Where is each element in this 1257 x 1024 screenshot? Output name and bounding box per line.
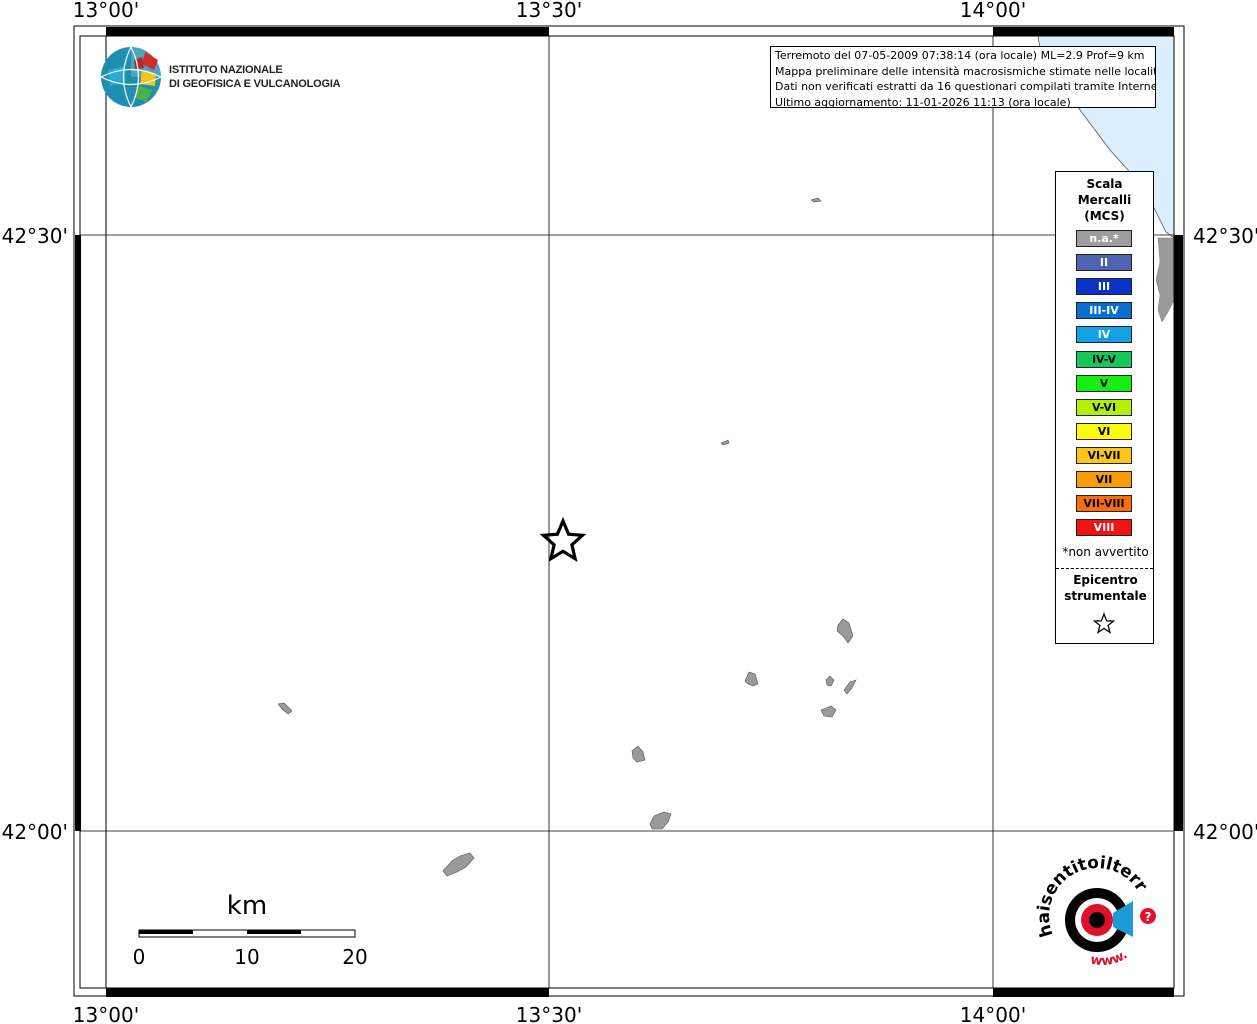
lat-label-right-1: 42°30' [1193,224,1257,248]
town-area [649,811,672,830]
legend-epicenter-label: Epicentro strumentale [1056,572,1155,604]
coast-land [1155,237,1175,323]
info-line-2: Mappa preliminare delle intensità macros… [775,64,1156,78]
lat-label-left-1: 42°30' [2,224,68,248]
legend-note: *non avvertito [1062,545,1149,559]
town-area [810,197,822,203]
ingv-logo-icon [100,46,162,108]
town-area [820,705,837,718]
scale-tick-20: 20 [342,945,367,969]
legend-class-5: IV-V [1076,350,1132,368]
legend-class-4: IV [1076,326,1132,344]
scale-tick-0: 0 [133,945,146,969]
town-area [720,439,730,446]
hst-logo-icon: haisentitoilterremoto.it www. ? [1026,840,1156,969]
legend-title-1: Scala [1086,177,1123,191]
lon-label-top-3: 14°00' [960,0,1026,22]
info-box: Terremoto del 07-05-2009 07:38:14 (ora l… [770,46,1156,108]
legend-class-12: VIII [1076,519,1132,537]
town-area [277,702,293,715]
legend-class-3: III-IV [1076,302,1132,320]
town-area [843,679,857,695]
legend-class-10: VII [1076,471,1132,488]
legend-class-1: II [1076,254,1132,272]
legend-class-6: V [1076,374,1132,392]
info-line-4: Ultimo aggiornamento: 11-01-2026 11:13 (… [775,95,1071,108]
legend-epi-2: strumentale [1064,589,1147,603]
hst-logo: haisentitoilterremoto.it www. ? [1026,840,1165,975]
info-line-1: Terremoto del 07-05-2009 07:38:14 (ora l… [775,49,1145,62]
scale-bar: km 0 10 20 [133,891,368,969]
lat-label-left-2: 42°00' [2,820,68,844]
svg-text:?: ? [1145,910,1152,924]
ingv-logo-text: ISTITUTO NAZIONALE DI GEOFISICA E VULCAN… [169,63,341,91]
legend-epi-1: Epicentro [1073,573,1138,587]
lon-label-top-1: 13°00' [73,0,139,22]
legend-class-2: III [1076,278,1132,296]
legend: Scala Mercalli (MCS) *non avvertito Epic… [1055,171,1154,644]
lon-label-top-2: 13°30' [516,0,582,22]
town-area [631,745,646,763]
town-area [744,671,759,687]
town-areas [277,197,857,877]
info-line-3: Dati non verificati estratti da 16 quest… [775,80,1156,93]
ingv-line-1: ISTITUTO NAZIONALE [169,64,283,76]
legend-class-0: n.a.* [1076,230,1132,247]
legend-class-8: VI [1076,422,1132,440]
town-area [836,618,854,644]
legend-class-11: VII-VIII [1076,495,1132,513]
town-area [442,852,475,877]
legend-separator [1056,568,1153,569]
legend-class-7: V-VI [1076,398,1132,416]
legend-title-3: (MCS) [1084,209,1125,223]
town-area [825,675,835,687]
legend-class-9: VI-VII [1076,446,1132,464]
legend-title: Scala Mercalli (MCS) [1056,176,1153,224]
lat-label-right-2: 42°00' [1193,820,1257,844]
scale-unit: km [227,891,267,921]
lon-label-bottom-2: 13°30' [516,1003,582,1024]
lon-label-bottom-1: 13°00' [73,1003,139,1024]
scale-tick-10: 10 [234,945,259,969]
ingv-line-2: DI GEOFISICA E VULCANOLOGIA [169,78,341,90]
lon-label-bottom-3: 14°00' [960,1003,1026,1024]
legend-star-icon [1092,612,1116,634]
legend-title-2: Mercalli [1077,193,1132,207]
